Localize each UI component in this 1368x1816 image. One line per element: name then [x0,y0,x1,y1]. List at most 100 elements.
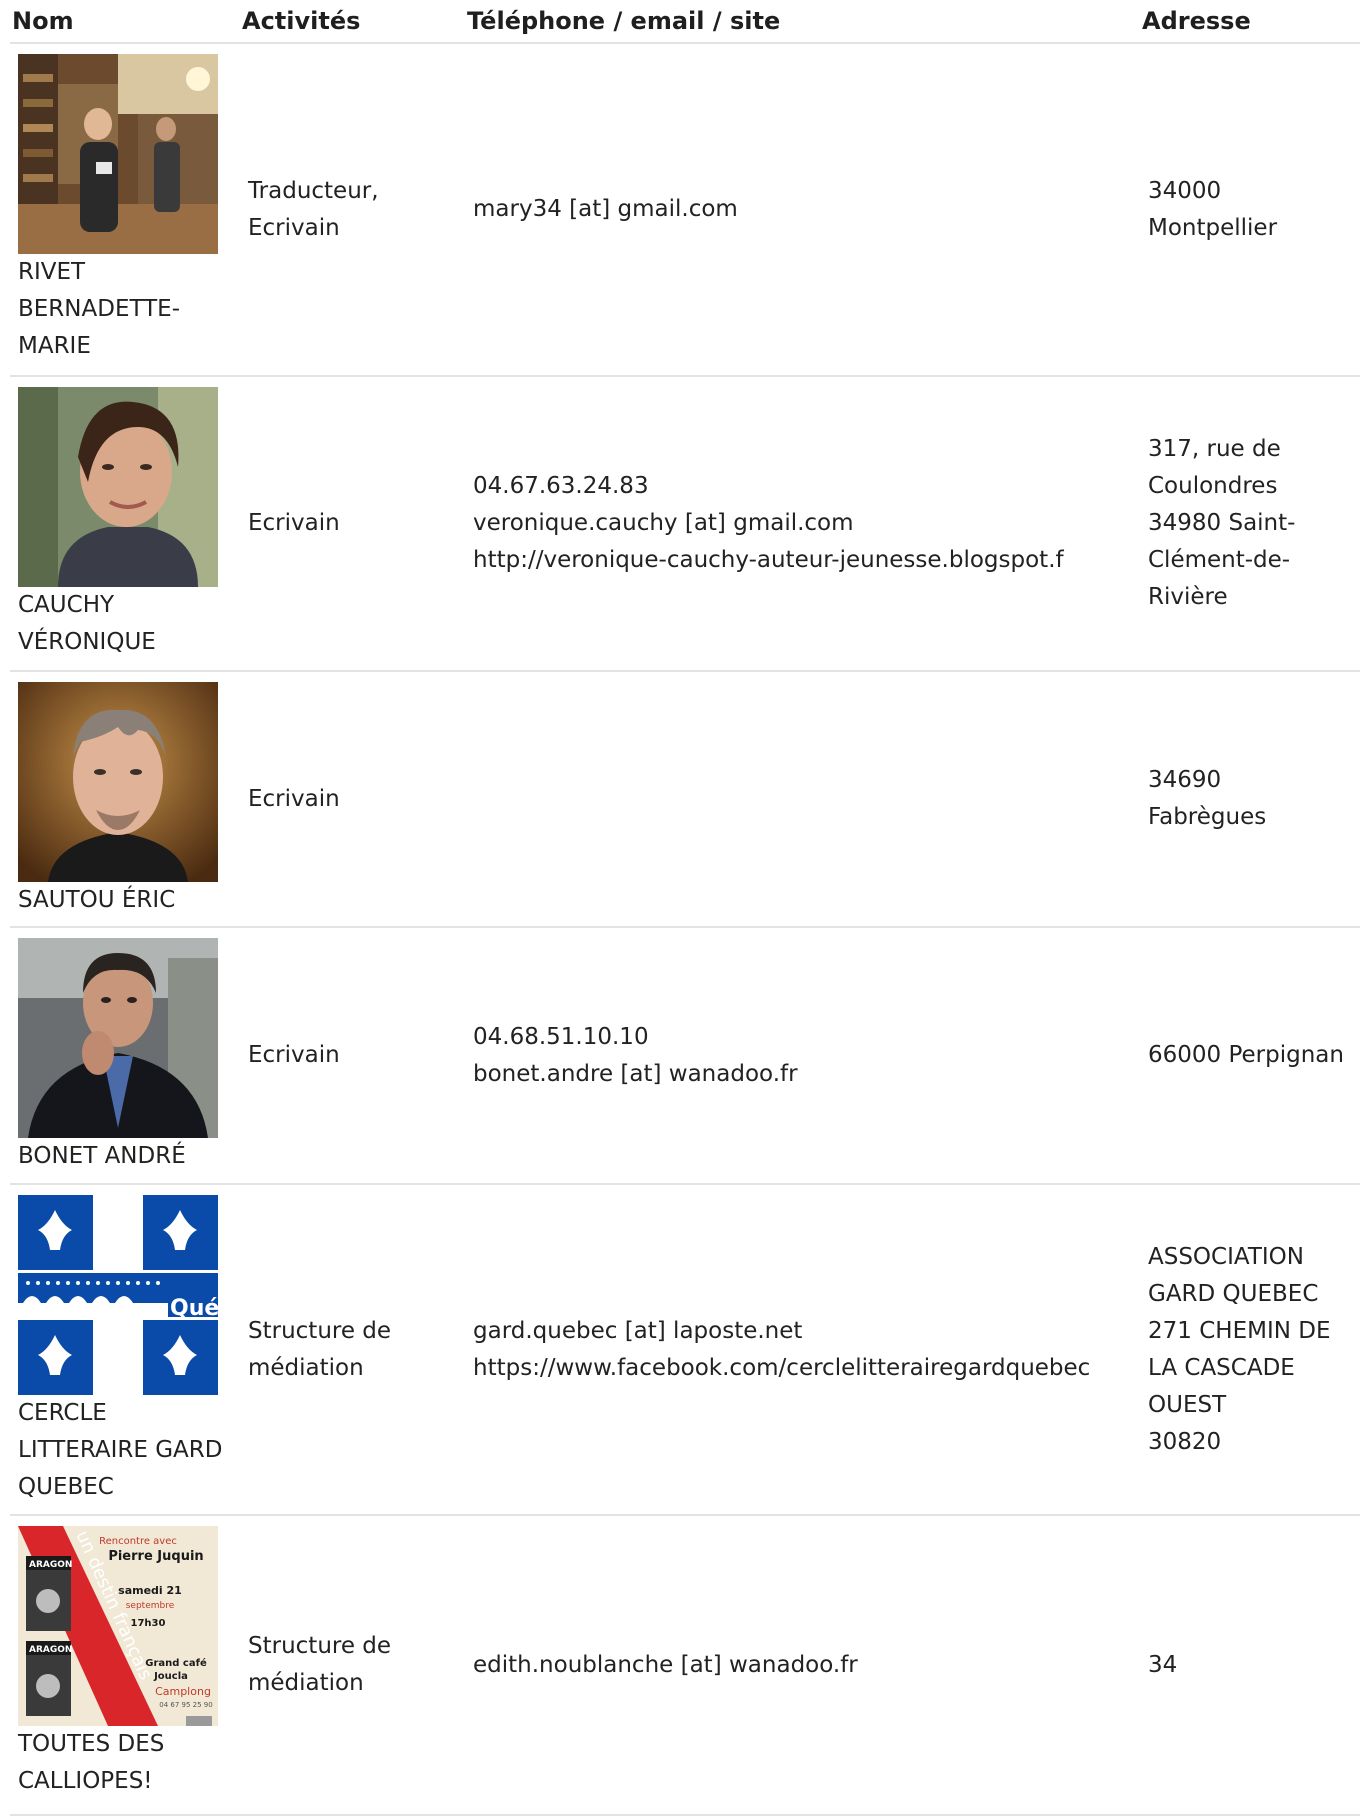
contact-cell: mary34 [at] gmail.com [465,43,1140,377]
activity-cell: Structure de médiation [240,1515,465,1816]
table-row: SAUTOU ÉRIC Ecrivain 34690 Fabrègues [10,671,1360,928]
poster-book-title-2: ARAGON [29,1645,72,1655]
address-line: 271 CHEMIN DE [1148,1317,1331,1344]
contact-cell [465,671,1140,928]
activity-line: Ecrivain [248,1042,340,1068]
name-cell: RIVET BERNADETTE- MARIE [10,43,240,377]
name-line: BERNADETTE- [18,296,180,322]
activity-line: Ecrivain [248,510,340,536]
email-link[interactable]: veronique.cauchy [at] gmail.com [473,505,1132,542]
table-row: BONET ANDRÉ Ecrivain 04.68.51.10.10 bone… [10,927,1360,1185]
name-line: RIVET [18,259,86,285]
address-line: GARD QUEBEC [1148,1280,1319,1307]
address-line: Fabrègues [1148,804,1267,830]
man-portrait-photo[interactable] [18,682,218,882]
address-line: 317, rue de [1148,436,1281,462]
activity-cell: Ecrivain [240,927,465,1185]
activity-cell: Structure de médiation [240,1184,465,1516]
poster-place2: Joucla [153,1671,188,1682]
phone-number: 04.68.51.10.10 [473,1023,649,1050]
name-line: BONET ANDRÉ [18,1143,186,1169]
activity-line: médiation [248,1670,364,1696]
name-cell: CAUCHY VÉRONIQUE [10,376,240,672]
address-line: 34000 [1148,177,1222,204]
poster-town: Camplong [155,1685,211,1698]
address-line: Coulondres [1148,473,1278,499]
address-cell: 34000 Montpellier [1140,43,1360,377]
name-line: CAUCHY [18,592,115,618]
address-cell: 66000 Perpignan [1140,927,1360,1185]
header-adresse: Adresse [1140,0,1360,44]
name-line: QUEBEC [18,1474,114,1500]
email-link[interactable]: gard.quebec [at] laposte.net [473,1313,1132,1350]
activity-cell: Ecrivain [240,671,465,928]
email-link[interactable]: bonet.andre [at] wanadoo.fr [473,1056,1132,1093]
header-activites: Activités [240,0,465,44]
address-line: 66000 Perpignan [1148,1042,1344,1068]
email-link[interactable]: edith.noublanche [at] wanadoo.fr [473,1647,1132,1684]
quebec-flag-logo[interactable]: Qué [18,1195,218,1395]
woman-in-library-photo[interactable] [18,54,218,254]
poster-book-title: ARAGON [29,1560,72,1570]
address-line: OUEST [1148,1391,1227,1418]
name-cell: ARAGON ARAGON un destin français Rencont… [10,1515,240,1816]
address-line: 34980 Saint- [1148,510,1296,536]
address-line: LA CASCADE [1148,1354,1295,1381]
header-nom: Nom [10,0,240,44]
address-line: 30820 [1148,1428,1222,1455]
name-line: VÉRONIQUE [18,629,156,655]
name-line: CERCLE [18,1400,107,1426]
man-in-suit-photo[interactable] [18,938,218,1138]
address-line: 34 [1148,1651,1178,1678]
address-cell: 34690 Fabrègues [1140,671,1360,928]
table-row: Qué CERCLE LITTERAIRE GARD QUEBEC Struct… [10,1184,1360,1516]
poster-time: 17h30 [131,1618,166,1629]
address-line: 34690 [1148,767,1222,793]
name-line: TOUTES DES [18,1731,165,1757]
phone-number: 04.67.63.24.83 [473,473,649,499]
contact-cell: 04.67.63.24.83 veronique.cauchy [at] gma… [465,376,1140,672]
activity-line: médiation [248,1354,364,1381]
poster-phone: 04 67 95 25 90 [159,1701,212,1709]
poster-place1: Grand café [145,1657,207,1669]
name-line: LITTERAIRE GARD [18,1437,223,1463]
event-poster[interactable]: ARAGON ARAGON un destin français Rencont… [18,1526,218,1726]
table-row: CAUCHY VÉRONIQUE Ecrivain 04.67.63.24.83… [10,376,1360,672]
address-line: Clément-de- [1148,547,1291,573]
poster-rencontre: Rencontre avec [99,1536,177,1547]
activity-line: Structure de [248,1633,392,1659]
header-contact: Téléphone / email / site [465,0,1140,44]
activity-cell: Traducteur, Ecrivain [240,43,465,377]
poster-date: samedi 21 [118,1584,182,1597]
logo-text: Qué [170,1296,218,1321]
activity-cell: Ecrivain [240,376,465,672]
website-link[interactable]: http://veronique-cauchy-auteur-jeunesse.… [473,542,1132,579]
table-row: RIVET BERNADETTE- MARIE Traducteur, Ecri… [10,43,1360,377]
poster-speaker: Pierre Juquin [108,1549,203,1564]
directory-table: Nom Activités Téléphone / email / site A… [10,0,1360,1816]
name-line: CALLIOPES! [18,1768,153,1794]
name-cell: BONET ANDRÉ [10,927,240,1185]
activity-line: Structure de [248,1317,392,1344]
address-cell: 317, rue de Coulondres 34980 Saint- Clém… [1140,376,1360,672]
email-link[interactable]: mary34 [at] gmail.com [473,191,1132,228]
address-line: ASSOCIATION [1148,1243,1304,1270]
table-row: ARAGON ARAGON un destin français Rencont… [10,1515,1360,1816]
smiling-woman-portrait-photo[interactable] [18,387,218,587]
address-line: Montpellier [1148,214,1278,241]
address-cell: ASSOCIATION GARD QUEBEC 271 CHEMIN DE LA… [1140,1184,1360,1516]
activity-line: Traducteur, [248,177,379,204]
name-cell: SAUTOU ÉRIC [10,671,240,928]
contact-cell: 04.68.51.10.10 bonet.andre [at] wanadoo.… [465,927,1140,1185]
address-cell: 34 [1140,1515,1360,1816]
activity-line: Ecrivain [248,214,340,241]
name-cell: Qué CERCLE LITTERAIRE GARD QUEBEC [10,1184,240,1516]
header-row: Nom Activités Téléphone / email / site A… [10,0,1360,44]
contact-cell: gard.quebec [at] laposte.net https://www… [465,1184,1140,1516]
name-line: SAUTOU ÉRIC [18,887,176,913]
website-link[interactable]: https://www.facebook.com/cerclelitterair… [473,1350,1132,1387]
activity-line: Ecrivain [248,785,340,812]
name-line: MARIE [18,333,91,359]
contact-cell: edith.noublanche [at] wanadoo.fr [465,1515,1140,1816]
poster-month: septembre [126,1601,175,1611]
